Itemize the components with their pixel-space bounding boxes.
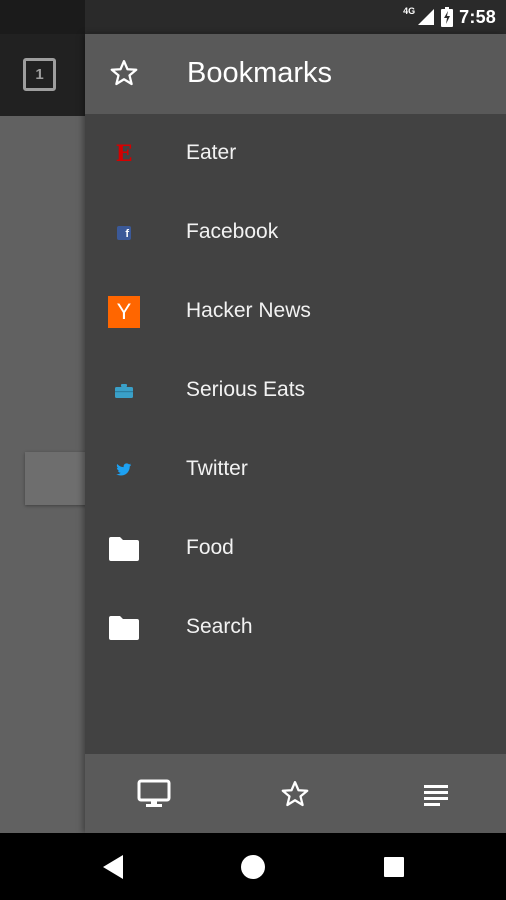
hacker-news-favicon-glyph: Y <box>108 296 140 328</box>
hacker-news-favicon-icon: Y <box>107 295 141 329</box>
back-icon[interactable] <box>96 850 130 884</box>
bookmark-label: Search <box>186 615 253 638</box>
facebook-favicon-icon: f <box>107 216 141 250</box>
bookmark-label: Food <box>186 536 234 559</box>
bookmark-folder-food[interactable]: Food <box>85 509 506 588</box>
twitter-favicon-icon <box>107 453 141 487</box>
bookmark-label: Eater <box>186 141 237 164</box>
clock: 7:58 <box>459 6 496 27</box>
battery-charging-icon <box>441 7 454 27</box>
status-icons: 4G 7:58 <box>403 0 496 34</box>
drawer-bottom-bar <box>85 754 506 833</box>
bookmark-label: Serious Eats <box>186 378 306 401</box>
bookmark-item-eater[interactable]: E Eater <box>85 114 506 193</box>
drawer-header: Bookmarks <box>85 34 506 114</box>
bookmark-item-facebook[interactable]: f Facebook <box>85 193 506 272</box>
system-nav-bar <box>0 833 506 900</box>
recents-icon[interactable] <box>377 850 411 884</box>
serious-eats-favicon-icon <box>107 374 141 408</box>
status-bar: 4G 7:58 <box>0 0 506 34</box>
star-outline-icon <box>110 60 138 86</box>
bookmark-label: Twitter <box>186 457 248 480</box>
eater-favicon-icon: E <box>107 137 141 171</box>
drawer-title: Bookmarks <box>187 57 333 89</box>
tab-count-button[interactable]: 1 <box>23 58 56 91</box>
network-type-label: 4G <box>403 6 416 16</box>
facebook-favicon-glyph: f <box>117 226 131 240</box>
bookmark-folder-search[interactable]: Search <box>85 588 506 667</box>
reading-list-icon[interactable] <box>417 775 455 813</box>
desktop-icon[interactable] <box>135 775 173 813</box>
bookmark-item-serious-eats[interactable]: Serious Eats <box>85 351 506 430</box>
home-icon[interactable] <box>236 850 270 884</box>
bookmark-item-hacker-news[interactable]: Y Hacker News <box>85 272 506 351</box>
bookmarks-drawer: Bookmarks E Eater f Facebook Y Hacker Ne… <box>85 34 506 833</box>
background-card <box>25 452 87 505</box>
signal-icon <box>418 9 435 25</box>
folder-icon <box>107 532 141 566</box>
bookmark-label: Hacker News <box>186 299 311 322</box>
bookmark-item-twitter[interactable]: Twitter <box>85 430 506 509</box>
eater-favicon-glyph: E <box>115 141 133 167</box>
star-icon[interactable] <box>276 775 314 813</box>
folder-icon <box>107 611 141 645</box>
bookmark-label: Facebook <box>186 220 279 243</box>
status-bar-dim-region <box>0 0 85 34</box>
